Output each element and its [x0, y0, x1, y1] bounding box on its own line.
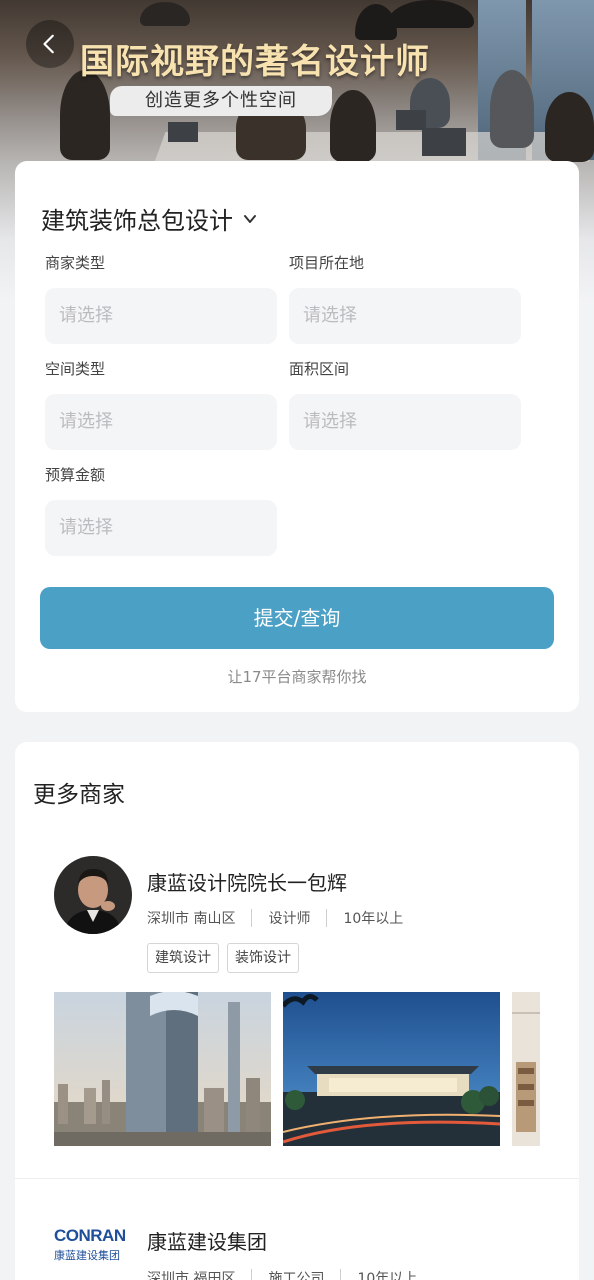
- hero-person: [545, 92, 594, 162]
- meta-divider: [251, 909, 253, 927]
- hero-laptop: [396, 110, 426, 130]
- merchant-name[interactable]: 康蓝设计院院长一包辉: [147, 867, 347, 896]
- project-thumbnail[interactable]: [512, 992, 540, 1146]
- budget-select[interactable]: 请选择: [45, 500, 277, 556]
- hero-laptop: [168, 122, 198, 142]
- chevron-left-icon: [43, 34, 54, 54]
- merchant-tag: 装饰设计: [227, 943, 299, 973]
- hero-person: [60, 70, 110, 160]
- service-type-dropdown[interactable]: 建筑装饰总包设计: [41, 201, 257, 236]
- list-divider: [15, 1178, 579, 1179]
- project-location-select[interactable]: 请选择: [289, 288, 521, 344]
- person-portrait-icon: [54, 856, 132, 934]
- space-type-label: 空间类型: [45, 360, 106, 378]
- meta-divider: [340, 1269, 342, 1280]
- chevron-down-icon: [244, 214, 256, 223]
- skyscraper-photo: [54, 992, 271, 1146]
- merchant-meta: 深圳市 南山区 设计师 10年以上: [147, 908, 403, 928]
- submit-query-button[interactable]: 提交/查询: [40, 587, 554, 649]
- merchant-experience: 10年以上: [357, 1271, 418, 1280]
- project-location-label: 项目所在地: [289, 254, 365, 272]
- merchant-type-select[interactable]: 请选择: [45, 288, 277, 344]
- merchant-type-label: 商家类型: [45, 254, 106, 272]
- hero-person: [330, 90, 376, 162]
- area-range-select[interactable]: 请选择: [289, 394, 521, 450]
- hero-title: 国际视野的著名设计师: [80, 42, 430, 82]
- logo-subtext: 康蓝建设集团: [54, 1249, 120, 1262]
- more-merchants-card: 更多商家 康蓝设计院院长一包辉 深圳市 南山区 设计师 10年以上 建筑设计 装…: [15, 742, 579, 1280]
- building-night-photo: [283, 992, 500, 1146]
- merchant-role: 设计师: [268, 911, 311, 927]
- service-type-label: 建筑装饰总包设计: [41, 207, 233, 235]
- hero-lamp: [388, 0, 474, 28]
- section-title: 更多商家: [33, 782, 125, 808]
- hero-subtitle: 创造更多个性空间: [110, 86, 332, 116]
- helper-text: 让17平台商家帮你找: [227, 668, 367, 686]
- merchant-city: 深圳市 南山区: [147, 911, 236, 927]
- merchant-experience: 10年以上: [343, 911, 404, 927]
- meta-divider: [326, 909, 328, 927]
- hero-person: [490, 70, 534, 148]
- logo-text: CONRAN: [54, 1226, 126, 1245]
- merchant-meta: 深圳市 福田区 施工公司 10年以上: [147, 1268, 417, 1280]
- budget-label: 预算金额: [45, 466, 106, 484]
- merchant-role: 施工公司: [268, 1271, 325, 1280]
- project-thumbnail[interactable]: [54, 992, 271, 1146]
- merchant-tags: 建筑设计 装饰设计: [147, 943, 299, 973]
- space-type-select[interactable]: 请选择: [45, 394, 277, 450]
- interior-photo: [512, 992, 540, 1146]
- merchant-name[interactable]: 康蓝建设集团: [147, 1226, 267, 1255]
- merchant-tag: 建筑设计: [147, 943, 219, 973]
- hero-lamp: [140, 2, 190, 26]
- merchant-logo[interactable]: CONRAN 康蓝建设集团: [54, 1226, 132, 1280]
- area-range-label: 面积区间: [289, 360, 350, 378]
- meta-divider: [251, 1269, 253, 1280]
- merchant-avatar[interactable]: [54, 856, 132, 934]
- back-button[interactable]: [26, 20, 74, 68]
- search-form-card: 建筑装饰总包设计 商家类型 请选择 项目所在地 请选择 空间类型 请选择 面积区…: [15, 161, 579, 712]
- hero-laptop: [422, 128, 466, 156]
- merchant-city: 深圳市 福田区: [147, 1271, 236, 1280]
- project-thumbnail[interactable]: [283, 992, 500, 1146]
